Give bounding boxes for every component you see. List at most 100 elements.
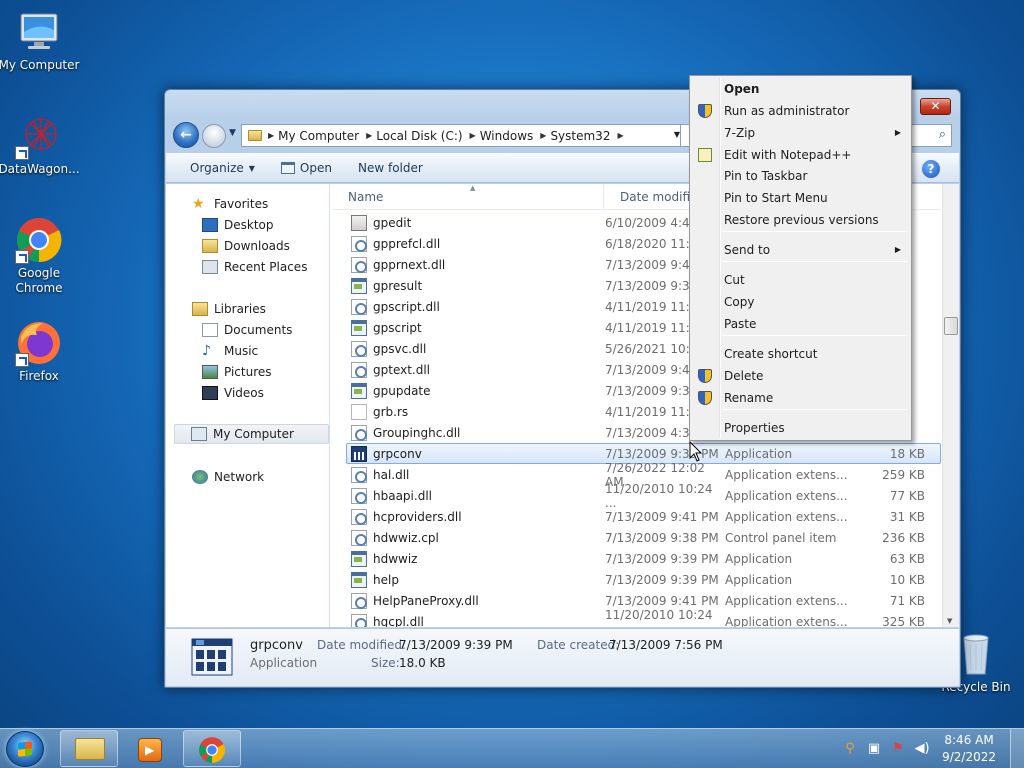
menu-item-delete[interactable]: Delete: [692, 365, 909, 387]
nav-desktop[interactable]: Desktop: [202, 215, 274, 235]
file-size: 325 KB: [882, 614, 925, 628]
desktop-icon-firefox[interactable]: Firefox: [0, 319, 81, 384]
file-row[interactable]: hdwwiz 7/13/2009 9:39 PM Application 63 KB: [346, 548, 941, 569]
file-dll-icon: [351, 361, 367, 378]
details-pane: grpconv Application Date modified: 7/13/…: [166, 628, 959, 686]
nav-downloads[interactable]: Downloads: [202, 236, 290, 256]
file-console-icon: [351, 214, 367, 231]
file-type: Control panel item: [725, 530, 837, 545]
open-button[interactable]: Open: [280, 161, 344, 175]
file-dll-icon: [351, 466, 367, 483]
search-icon[interactable]: ⌕: [939, 127, 946, 142]
vertical-scrollbar[interactable]: ▼: [942, 184, 959, 627]
desktop-icon-label: DataWagon...: [0, 162, 80, 176]
recent-pages-dropdown[interactable]: ▼: [229, 128, 236, 138]
back-button[interactable]: ←: [173, 122, 199, 148]
menu-item-send-to[interactable]: Send to ▶: [692, 239, 909, 261]
file-row[interactable]: help 7/13/2009 9:39 PM Application 10 KB: [346, 569, 941, 590]
details-file-type: Application: [250, 656, 318, 670]
navigation-pane: ★ Favorites Desktop Downloads Recent Plac…: [166, 184, 330, 627]
menu-item-copy[interactable]: Copy: [692, 291, 909, 313]
clock-date: 9/2/2022: [942, 750, 996, 764]
menu-item-label: Edit with Notepad++: [724, 148, 852, 162]
new-folder-button[interactable]: New folder: [358, 161, 435, 175]
file-type: Application extens...: [725, 593, 848, 608]
taskbar-explorer-button[interactable]: [60, 730, 118, 767]
search-tray-icon[interactable]: ⚲: [842, 741, 858, 757]
breadcrumb-system32[interactable]: System32: [546, 129, 617, 143]
file-type: Application: [725, 572, 793, 587]
file-name: grpconv: [373, 446, 422, 461]
file-row[interactable]: hbaapi.dll 11/20/2010 10:24 ... Applicatio…: [346, 482, 941, 510]
nav-recent-places[interactable]: Recent Places: [202, 257, 307, 277]
menu-separator: [722, 409, 907, 410]
file-date: 7/13/2009 9:41 PM: [605, 593, 719, 608]
desktop-icon-chrome[interactable]: Google Chrome: [0, 216, 81, 296]
menu-item-label: Cut: [724, 273, 745, 287]
menu-item-open[interactable]: Open: [692, 78, 909, 100]
details-date-created-value: 7/13/2009 7:56 PM: [609, 638, 723, 652]
file-row[interactable]: hgcpl.dll 11/20/2010 10:24 ... Application…: [346, 608, 941, 628]
menu-item-restore-previous-versions[interactable]: Restore previous versions: [692, 209, 909, 231]
nav-pictures[interactable]: Pictures: [202, 362, 272, 382]
organize-button[interactable]: Organize ▼: [190, 161, 267, 175]
file-size: 31 KB: [889, 509, 925, 524]
breadcrumb-my-computer[interactable]: My Computer: [274, 129, 366, 143]
file-application-icon: [351, 571, 367, 588]
column-name[interactable]: Name: [332, 184, 604, 209]
nav-label: Favorites: [214, 197, 269, 211]
nav-label: Downloads: [224, 239, 290, 253]
menu-item-rename[interactable]: Rename: [692, 387, 909, 409]
menu-item-properties[interactable]: Properties: [692, 417, 909, 439]
file-row[interactable]: hdwwiz.cpl 7/13/2009 9:38 PM Control panel…: [346, 527, 941, 548]
file-name: HelpPaneProxy.dll: [373, 593, 479, 608]
menu-item-edit-with-notepad[interactable]: Edit with Notepad++: [692, 144, 909, 166]
help-icon[interactable]: ?: [922, 160, 940, 178]
start-button[interactable]: [6, 731, 44, 767]
address-bar[interactable]: ▶ My Computer ▶ Local Disk (C:) ▶ Window…: [241, 124, 687, 147]
scroll-down-icon[interactable]: ▼: [947, 617, 952, 625]
desktop-icon-my-computer[interactable]: My Computer: [0, 8, 81, 73]
file-name: hal.dll: [373, 467, 410, 482]
menu-item-pin-to-taskbar[interactable]: Pin to Taskbar: [692, 165, 909, 187]
folder-icon: [248, 130, 262, 141]
volume-icon[interactable]: ◀): [914, 741, 930, 757]
file-row[interactable]: hcproviders.dll 7/13/2009 9:41 PM Applicat…: [346, 506, 941, 527]
file-date: 7/13/2009 9:39 PM: [605, 551, 719, 566]
network-tray-icon[interactable]: ▣: [866, 741, 882, 757]
nav-network[interactable]: Network: [192, 467, 264, 487]
nav-favorites[interactable]: ★ Favorites: [192, 194, 268, 214]
menu-item-create-shortcut[interactable]: Create shortcut: [692, 343, 909, 365]
details-file-name: grpconv: [250, 638, 303, 653]
file-name: gpprefcl.dll: [373, 236, 441, 251]
desktop-icon-datawagon[interactable]: DataWagon...: [0, 112, 81, 177]
nav-music[interactable]: ♪ Music: [202, 341, 258, 361]
file-size: 236 KB: [882, 530, 925, 545]
nav-videos[interactable]: Videos: [202, 383, 264, 403]
file-type: Application: [725, 551, 793, 566]
close-button[interactable]: ✕: [920, 98, 951, 115]
play-icon: ▶: [145, 743, 155, 757]
context-menu: Open Run as administrator 7-Zip ▶ Edit with …: [689, 75, 912, 441]
menu-item-run-as-administrator[interactable]: Run as administrator: [692, 100, 909, 122]
menu-item-pin-to-start-menu[interactable]: Pin to Start Menu: [692, 187, 909, 209]
menu-item-7-zip[interactable]: 7-Zip ▶: [692, 122, 909, 144]
nav-my-computer[interactable]: My Computer: [174, 424, 329, 444]
taskbar-media-player-button[interactable]: ▶: [121, 730, 179, 767]
forward-button[interactable]: [202, 124, 226, 148]
nav-documents[interactable]: Documents: [202, 320, 292, 340]
nav-libraries[interactable]: Libraries: [192, 299, 266, 319]
nav-label: Music: [224, 344, 259, 358]
breadcrumb-windows[interactable]: Windows: [476, 129, 541, 143]
action-center-flag-icon[interactable]: ⚑: [890, 741, 906, 757]
show-desktop-button[interactable]: [1010, 729, 1024, 768]
star-icon: ★: [192, 196, 205, 212]
taskbar-chrome-button[interactable]: [183, 730, 241, 767]
clock[interactable]: 8:46 AM 9/2/2022: [942, 732, 996, 766]
menu-item-cut[interactable]: Cut: [692, 269, 909, 291]
breadcrumb-separator-icon[interactable]: ▶: [617, 131, 623, 140]
menu-item-paste[interactable]: Paste: [692, 313, 909, 335]
file-type: Application extens...: [725, 614, 848, 628]
breadcrumb-local-disk[interactable]: Local Disk (C:): [372, 129, 469, 143]
scrollbar-thumb[interactable]: [944, 317, 958, 335]
